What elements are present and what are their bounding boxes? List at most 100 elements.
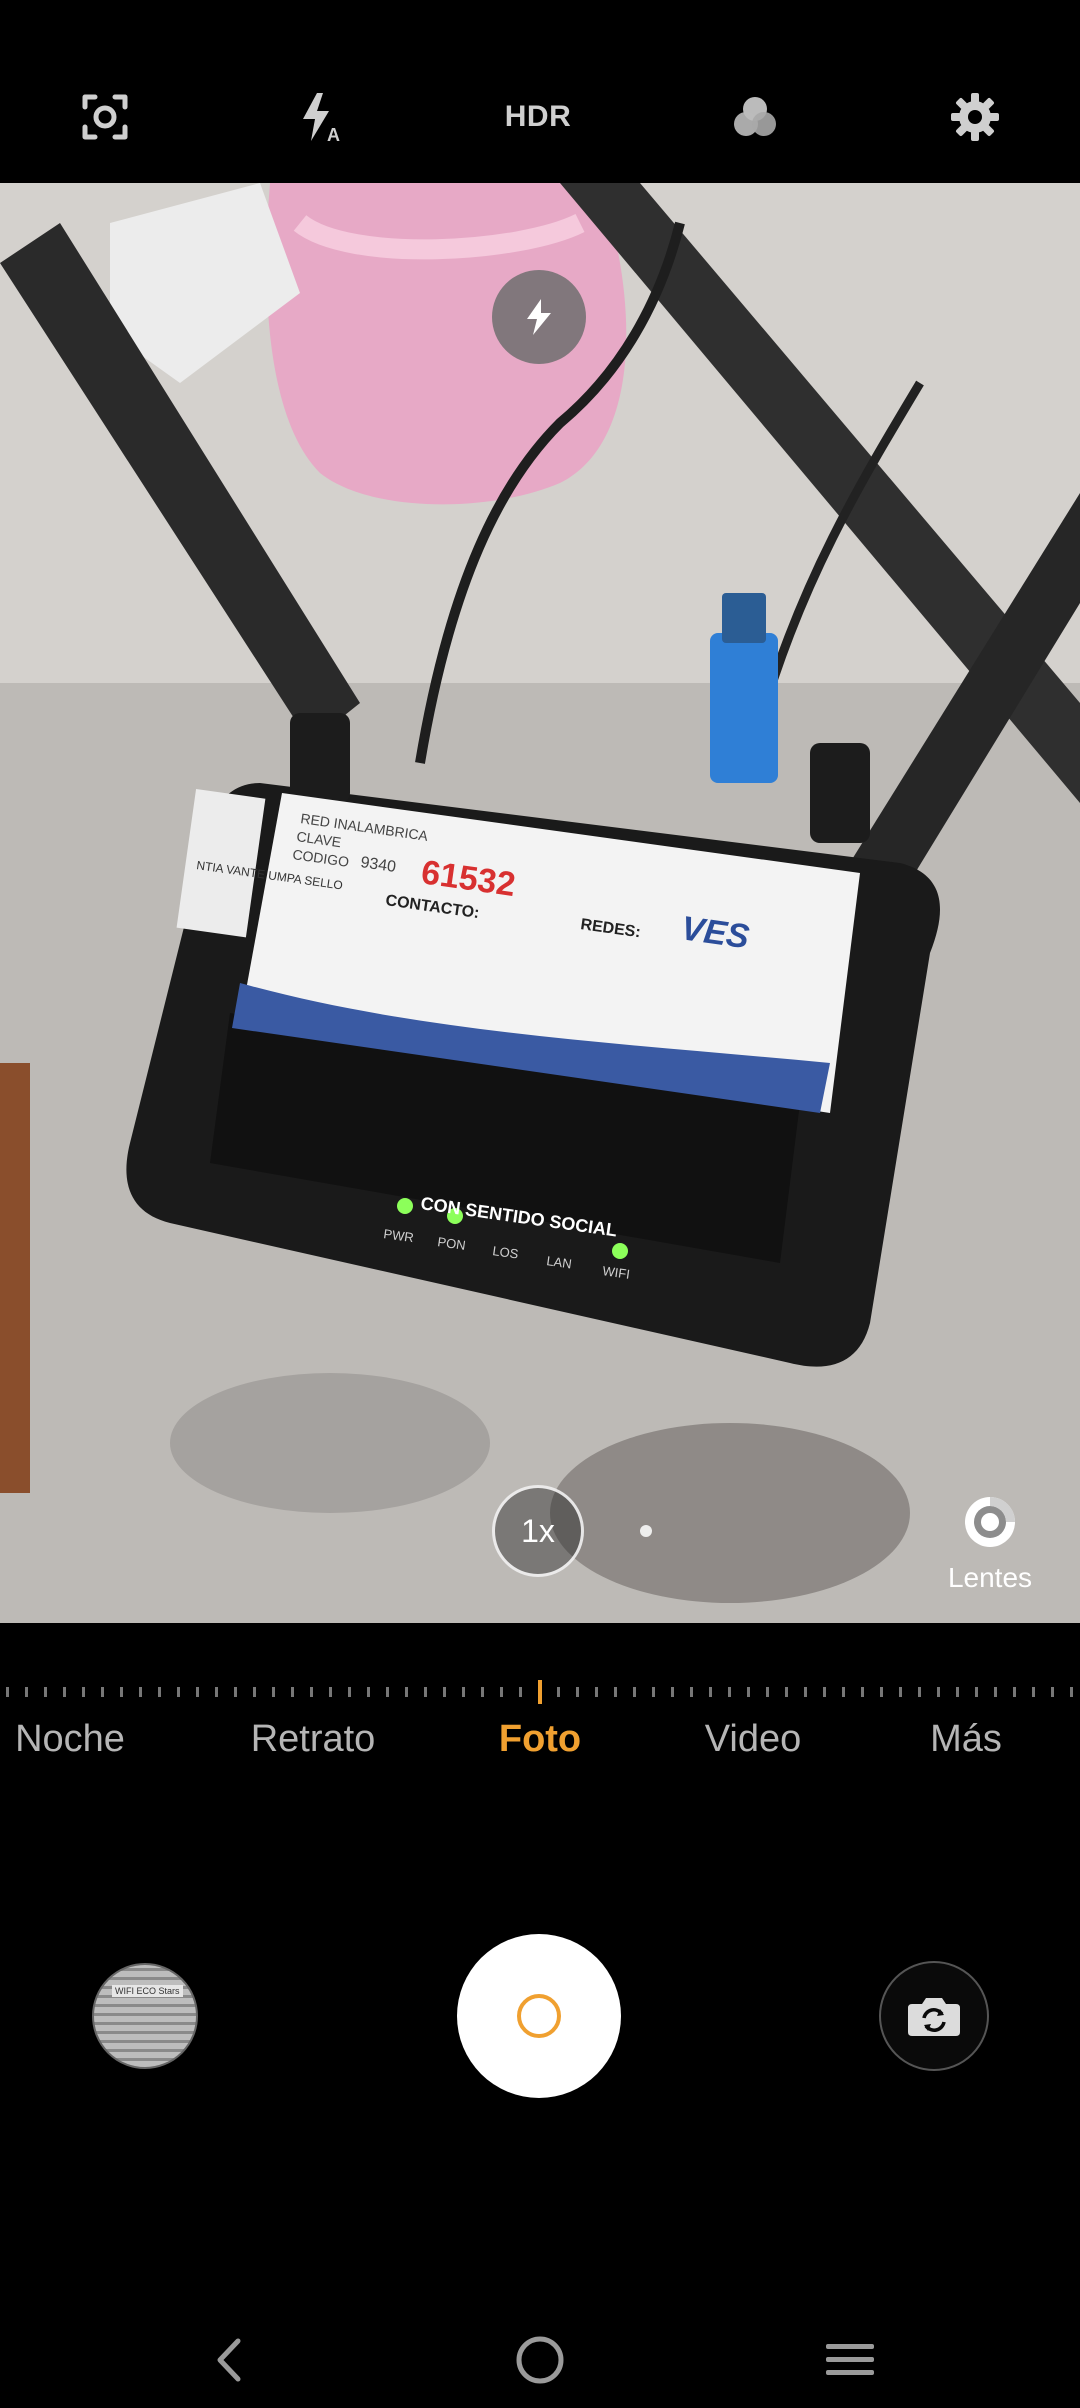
ruler-tick [766,1687,769,1697]
svg-text:A: A [327,125,340,145]
zoom-level-dot[interactable] [640,1525,652,1537]
ruler-tick [120,1687,123,1697]
ruler-tick [291,1687,294,1697]
mode-mas[interactable]: Más [930,1718,1002,1761]
home-button[interactable] [500,2320,580,2400]
ruler-tick [405,1687,408,1697]
ruler-tick [215,1687,218,1697]
lens-button[interactable]: Lentes [930,1495,1050,1594]
ruler-tick [823,1687,826,1697]
ruler-tick [576,1687,579,1697]
focus-scan-icon [82,94,128,140]
ruler-tick [329,1687,332,1697]
ruler-tick [652,1687,655,1697]
thumbnail-caption: WIFI ECO Stars [112,1985,183,1997]
hdr-button[interactable]: HDR [493,72,583,162]
mode-ruler[interactable] [0,1680,1080,1704]
ruler-tick [519,1687,522,1697]
ruler-tick [899,1687,902,1697]
back-icon [217,2338,241,2382]
viewfinder-scene: RED INALAMBRICA CLAVE CODIGO 9340 61532 … [0,183,1080,1623]
ruler-tick [1013,1687,1016,1697]
ruler-tick [937,1687,940,1697]
lens-label: Lentes [947,1562,1033,1593]
gallery-thumbnail[interactable]: WIFI ECO Stars [92,1963,198,2069]
settings-icon [951,93,999,141]
mode-video[interactable]: Video [705,1718,802,1761]
flash-icon [527,299,551,335]
home-icon [516,2336,564,2384]
mode-retrato[interactable]: Retrato [251,1718,376,1761]
back-button[interactable] [188,2320,268,2400]
camera-viewfinder[interactable]: RED INALAMBRICA CLAVE CODIGO 9340 61532 … [0,183,1080,1623]
ruler-tick [614,1687,617,1697]
zoom-label: 1x [521,1512,555,1549]
ruler-tick [595,1687,598,1697]
ruler-tick [633,1687,636,1697]
mode-noche[interactable]: Noche [15,1718,125,1761]
switch-camera-button[interactable] [879,1961,989,2071]
ruler-tick [424,1687,427,1697]
ruler-tick [253,1687,256,1697]
ruler-tick [956,1687,959,1697]
ruler-tick [44,1687,47,1697]
ruler-tick [747,1687,750,1697]
settings-button[interactable] [930,72,1020,162]
ruler-tick [272,1687,275,1697]
ruler-tick [842,1687,845,1697]
filters-button[interactable] [710,72,800,162]
ruler-tick [310,1687,313,1697]
ruler-tick [386,1687,389,1697]
mode-foto[interactable]: Foto [499,1718,581,1761]
ruler-tick [880,1687,883,1697]
ruler-tick [177,1687,180,1697]
recents-button[interactable] [810,2320,890,2400]
ruler-tick [158,1687,161,1697]
filters-icon [734,97,776,136]
ruler-tick [709,1687,712,1697]
ruler-tick [481,1687,484,1697]
switch-camera-icon [908,1998,960,2036]
ruler-tick [348,1687,351,1697]
flash-indicator[interactable] [492,270,586,364]
shutter-button[interactable] [457,1934,621,2098]
shutter-ring-icon [517,1994,561,2038]
menu-icon [826,2344,874,2375]
ruler-tick [557,1687,560,1697]
ruler-tick [101,1687,104,1697]
ruler-tick [1070,1687,1073,1697]
ruler-tick [196,1687,199,1697]
ruler-tick [785,1687,788,1697]
lens-icon [965,1497,1015,1547]
ruler-tick [234,1687,237,1697]
top-toolbar: A HDR [0,0,1080,183]
ruler-indicator [538,1680,542,1704]
ruler-tick [804,1687,807,1697]
ruler-tick [861,1687,864,1697]
ruler-tick [918,1687,921,1697]
mode-selector: Noche Retrato Foto Video Más [0,1718,1080,1778]
ruler-tick [443,1687,446,1697]
ruler-tick [728,1687,731,1697]
focus-scan-button[interactable] [60,72,150,162]
ruler-tick [82,1687,85,1697]
ruler-tick [500,1687,503,1697]
ruler-tick [367,1687,370,1697]
system-navigation-bar [0,2300,1080,2408]
zoom-button[interactable]: 1x [492,1485,584,1577]
camera-app: A HDR RED INALAMBRICA CLAVE CODIGO 9340 … [0,0,1080,2408]
ruler-tick [25,1687,28,1697]
ruler-tick [462,1687,465,1697]
ruler-tick [6,1687,9,1697]
ruler-tick [1051,1687,1054,1697]
flash-auto-button[interactable]: A [274,72,364,162]
ruler-tick [671,1687,674,1697]
hdr-label: HDR [504,100,572,133]
ruler-tick [63,1687,66,1697]
ruler-tick [994,1687,997,1697]
ruler-tick [975,1687,978,1697]
flash-auto-icon: A [303,93,340,145]
ruler-tick [690,1687,693,1697]
ruler-tick [139,1687,142,1697]
ruler-tick [1032,1687,1035,1697]
